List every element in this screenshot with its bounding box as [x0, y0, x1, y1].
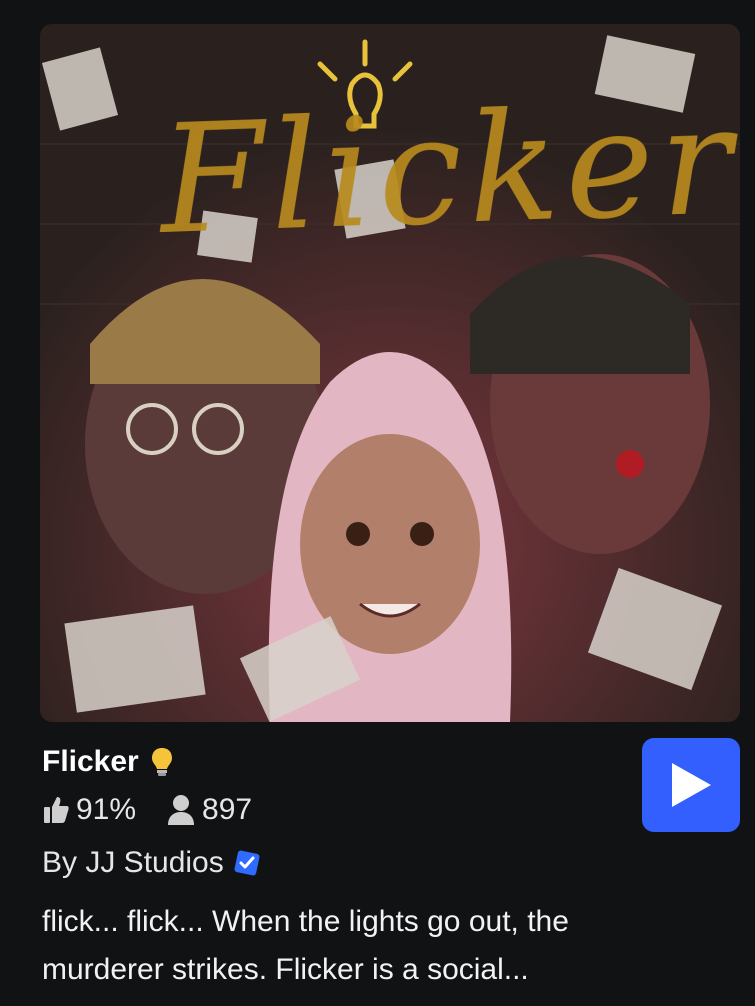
game-thumbnail[interactable]: Flicker — [40, 24, 740, 722]
verified-badge-icon — [232, 848, 262, 878]
game-description: flick... flick... When the lights go out… — [42, 898, 722, 994]
stats-row: 91% 897 — [42, 790, 252, 830]
lightbulb-icon — [151, 747, 173, 777]
description-line-2: murderer strikes. Flicker is a social... — [42, 953, 529, 986]
rating-value: 91% — [76, 793, 137, 826]
title-row: Flicker — [42, 744, 173, 780]
game-title[interactable]: Flicker — [42, 745, 139, 779]
game-card[interactable]: Flicker Flicker 91% 897 By JJ Studios fl… — [0, 0, 755, 1006]
description-line-1: flick... flick... When the lights go out… — [42, 905, 569, 938]
thumbs-up-icon — [44, 797, 69, 823]
creator-name[interactable]: By JJ Studios — [42, 846, 224, 880]
creator-row[interactable]: By JJ Studios — [42, 843, 262, 883]
play-button[interactable] — [642, 738, 740, 832]
rating-stat: 91% — [42, 793, 136, 827]
players-value: 897 — [202, 793, 253, 826]
players-stat: 897 — [166, 793, 252, 827]
artwork-title-text: Flicker — [157, 73, 740, 269]
player-icon — [168, 795, 195, 825]
play-icon — [672, 763, 711, 807]
